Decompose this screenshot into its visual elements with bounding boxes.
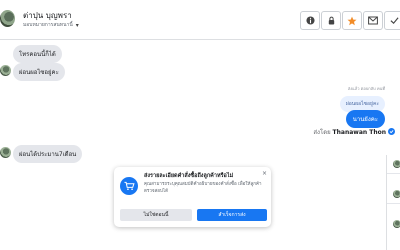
popup-description: คุณสามารถระบุคุณสมบัติคำอธิบายของคำสั่งซ… [144,182,262,194]
order-details-popup: ส่งรายละเอียดคำสั่งซื้อถึงลูกค้าหรือไม่ … [114,167,271,227]
sender-avatar [0,147,11,158]
contact-avatar[interactable] [393,160,400,168]
avatar[interactable] [0,10,15,27]
divider [387,173,400,174]
sender-name[interactable]: Thanawan Thon [333,129,386,136]
star-button[interactable] [342,11,362,30]
message-incoming: โทรคอนนี้ก็ได้ [13,45,62,63]
assign-label: มอบหมายการสนทนานี้ [23,22,73,28]
send-order-button[interactable]: สำเร็จการส่ง [197,209,267,221]
sender-avatar [0,65,11,76]
mail-button[interactable] [363,11,383,30]
contact-avatar[interactable] [393,190,400,198]
sent-by-label: ส่งโดย Thanawan Thon [313,127,386,137]
info-icon [305,16,315,25]
message-outgoing: นานยังคะ [345,110,385,128]
conversation-header: ต่าปุน บุญพรา มอบหมายการสนทนานี้ ▾ [0,0,400,40]
close-icon[interactable]: × [262,170,267,177]
check-icon [388,128,395,135]
contact-avatar[interactable] [393,220,400,228]
caret-down-icon: ▾ [75,21,79,29]
sent-by-prefix: ส่งโดย [313,129,331,136]
checkmark-icon [390,17,399,25]
reply-meta: ส่งแล้ว ตอบกลับ คนที่ [347,86,385,91]
lock-button[interactable] [321,11,341,30]
divider [387,203,400,204]
message-incoming: ผ่อนได้ประมาน7เดือน [13,145,83,163]
info-button[interactable] [300,11,320,30]
not-now-button[interactable]: ไม่ใช่ตอนนี้ [120,209,192,221]
popup-title: ส่งรายละเอียดคำสั่งซื้อถึงลูกค้าหรือไม่ [144,173,234,179]
assign-dropdown[interactable]: มอบหมายการสนทนานี้ ▾ [23,21,79,29]
cart-icon [120,177,138,195]
side-panel [386,155,400,250]
mail-icon [368,16,378,25]
star-icon [347,16,357,25]
lock-icon [328,16,334,25]
message-incoming: ผ่อนผอไซอยู่คะ [13,63,65,81]
done-button[interactable] [384,11,400,30]
